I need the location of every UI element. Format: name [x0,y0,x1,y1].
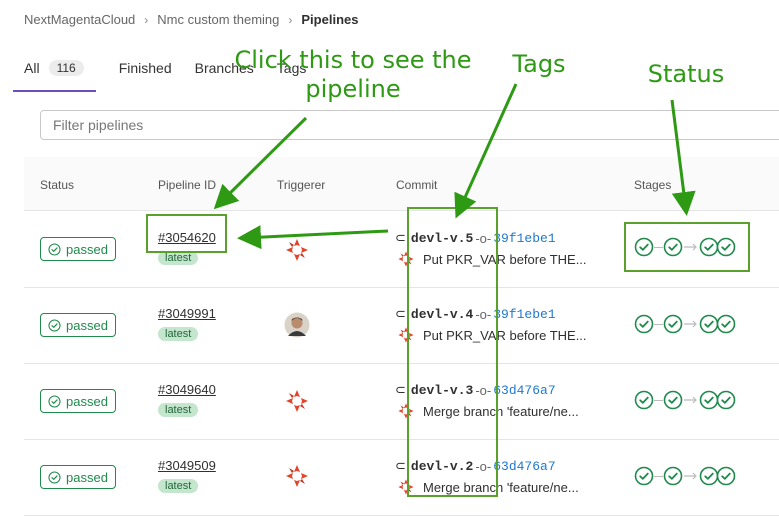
stage-passed-icon[interactable] [663,466,683,486]
pipeline-id-highlight-box [146,214,227,253]
status-badge[interactable]: passed [40,465,116,489]
status-label: passed [66,241,108,257]
annotation-click-pipeline: Click this to see the pipeline [234,46,472,103]
status-badge[interactable]: passed [40,389,116,413]
pipeline-id-link[interactable]: #3049640 [158,382,216,397]
tab-finished-label: Finished [118,60,172,76]
latest-badge: latest [158,479,199,493]
status-label: passed [66,317,108,333]
check-circle-icon [48,395,61,408]
stage-connector [654,475,663,477]
stage-passed-icon[interactable] [634,314,654,334]
chevron-right-icon: › [144,12,149,27]
stage-passed-icon[interactable] [663,314,683,334]
triggerer-user-photo-avatar[interactable] [284,312,310,338]
pipeline-id-link[interactable]: #3049509 [158,458,216,473]
column-header-pipeline-id: Pipeline ID [158,178,217,192]
stage-passed-icon[interactable] [716,314,736,334]
tag-icon: ⊂ [395,306,406,321]
tab-all-label: All [24,60,40,76]
tags-highlight-box [407,207,498,497]
tab-all-count: 116 [48,60,84,76]
check-circle-icon [48,471,61,484]
stage-passed-icon[interactable] [716,466,736,486]
check-circle-icon [48,319,61,332]
triggerer-logo-avatar-icon[interactable] [284,463,310,489]
tab-all[interactable]: All 116 [13,54,96,92]
breadcrumb-group-link[interactable]: NextMagentaCloud [24,12,135,27]
arrow-right-icon [684,396,697,404]
table-row: passed #3049509 latest ⊂ devl-v.2 -o- 63… [24,439,779,516]
pipeline-stages [634,314,736,334]
pipeline-stages [634,390,736,410]
triggerer-logo-avatar-icon[interactable] [284,388,310,414]
chevron-right-icon: › [288,12,293,27]
status-badge[interactable]: passed [40,313,116,337]
stage-connector [654,323,663,325]
commit-sha-link[interactable]: 39f1ebe1 [493,231,555,246]
column-header-status: Status [40,178,75,192]
tag-icon: ⊂ [395,458,406,473]
latest-badge: latest [158,327,199,341]
filter-pipelines-input[interactable] [40,110,779,140]
stages-highlight-box [624,222,750,272]
stage-connector [654,399,663,401]
stage-passed-icon[interactable] [634,466,654,486]
breadcrumb-project-link[interactable]: Nmc custom theming [157,12,279,27]
breadcrumb-current[interactable]: Pipelines [301,12,358,27]
stage-passed-icon[interactable] [663,390,683,410]
breadcrumb: NextMagentaCloud › Nmc custom theming › … [24,12,358,27]
tag-icon: ⊂ [395,382,406,397]
stage-passed-icon[interactable] [716,390,736,410]
stage-passed-icon[interactable] [634,390,654,410]
commit-sha-link[interactable]: 63d476a7 [493,459,555,474]
table-row: passed #3049640 latest ⊂ devl-v.3 -o- 63… [24,363,779,440]
status-label: passed [66,469,108,485]
tab-finished[interactable]: Finished [119,54,172,90]
pipeline-id-link[interactable]: #3049991 [158,306,216,321]
status-badge[interactable]: passed [40,237,116,261]
pipeline-stages [634,466,736,486]
status-label: passed [66,393,108,409]
arrow-right-icon [684,472,697,480]
triggerer-logo-avatar-icon[interactable] [284,237,310,263]
latest-badge: latest [158,403,199,417]
column-header-commit: Commit [396,178,438,192]
annotation-status: Status [647,60,725,88]
column-header-stages: Stages [634,178,672,192]
arrow-right-icon [684,320,697,328]
check-circle-icon [48,243,61,256]
tag-icon: ⊂ [395,230,406,245]
column-header-triggerer: Triggerer [277,178,326,192]
table-row: passed #3049991 latest ⊂ devl-v.4 -o- 39… [24,287,779,364]
latest-badge: latest [158,251,199,265]
commit-sha-link[interactable]: 63d476a7 [493,383,555,398]
annotation-tags: Tags [512,50,566,78]
commit-sha-link[interactable]: 39f1ebe1 [493,307,555,322]
